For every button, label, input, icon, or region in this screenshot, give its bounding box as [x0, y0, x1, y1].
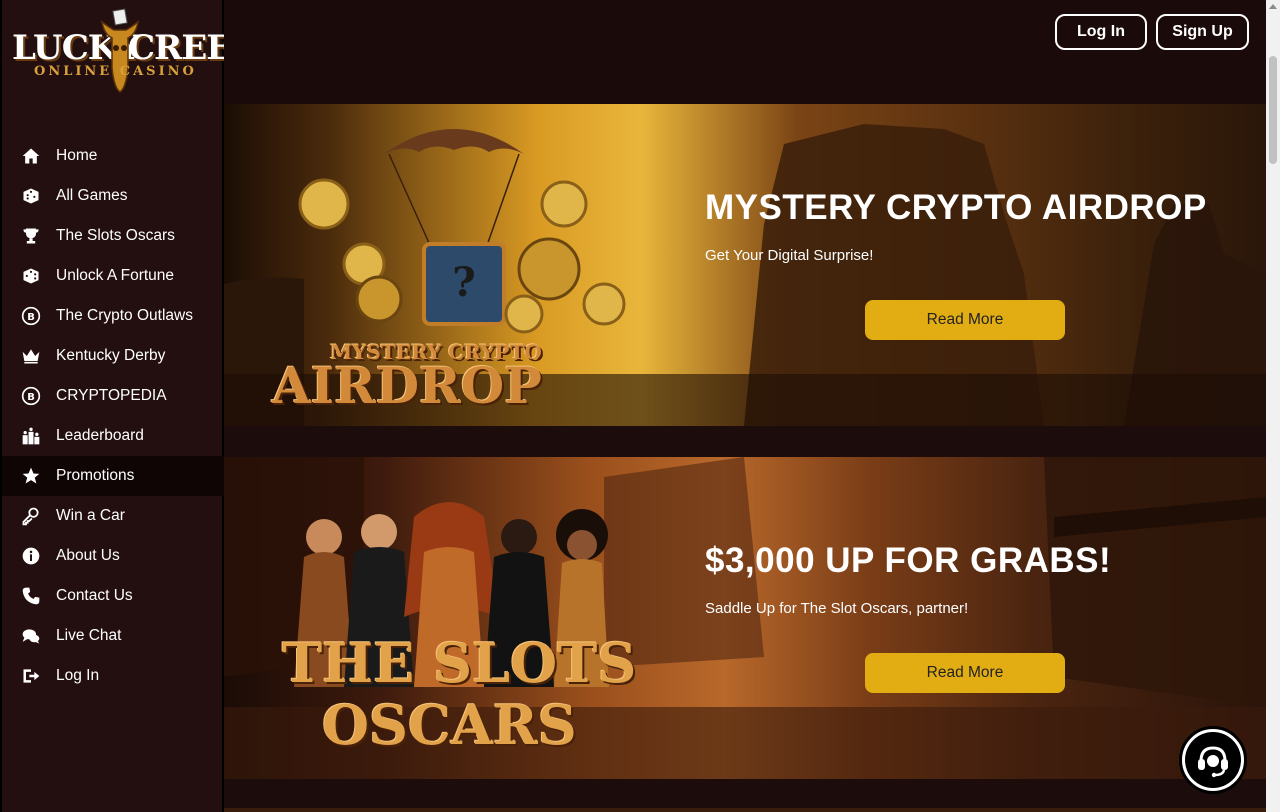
phone-icon [20, 585, 42, 607]
sidebar-item-win-a-car[interactable]: Win a Car [2, 496, 224, 536]
promo-title: $3,000 UP FOR GRABS! [705, 541, 1112, 580]
read-more-button[interactable]: Read More [865, 300, 1065, 340]
sidebar-item-label: Live Chat [56, 627, 122, 644]
sidebar-item-kentucky-derby[interactable]: Kentucky Derby [2, 336, 224, 376]
sidebar-item-leaderboard[interactable]: Leaderboard [2, 416, 224, 456]
sidebar-item-label: Leaderboard [56, 427, 144, 444]
dice-icon [20, 185, 42, 207]
slots-art-title-line2: OSCARS [322, 693, 577, 757]
sidebar-item-label: About Us [56, 547, 120, 564]
brand-logo[interactable]: LUCKY CREEK ONLINE CASINO [10, 8, 261, 98]
sidebar-item-label: CRYPTOPEDIA [56, 387, 167, 404]
sidebar-item-label: Home [56, 147, 98, 164]
svg-text:B: B [27, 312, 35, 323]
signup-button[interactable]: Sign Up [1156, 14, 1249, 50]
svg-text:B: B [27, 392, 35, 403]
leaderboard-icon [20, 425, 42, 447]
dice-icon [20, 265, 42, 287]
sidebar-item-label: Log In [56, 667, 100, 684]
sidebar: LUCKY CREEK ONLINE CASINO Home All Games… [0, 0, 261, 812]
page-scrollbar[interactable] [1266, 0, 1280, 812]
next-banner-edge [224, 808, 1266, 812]
sidebar-item-live-chat[interactable]: Live Chat [2, 616, 224, 656]
sidebar-item-home[interactable]: Home [2, 136, 224, 176]
sidebar-item-label: Kentucky Derby [56, 347, 166, 364]
sidebar-item-crypto-outlaws[interactable]: B The Crypto Outlaws [2, 296, 224, 336]
info-icon [20, 545, 42, 567]
sidebar-item-label: The Crypto Outlaws [56, 307, 193, 324]
bitcoin-icon: B [20, 385, 42, 407]
sidebar-item-slots-oscars[interactable]: The Slots Oscars [2, 216, 224, 256]
sidebar-item-about-us[interactable]: About Us [2, 536, 224, 576]
sidebar-item-promotions[interactable]: Promotions [2, 456, 224, 496]
scrollbar-thumb[interactable] [1269, 56, 1277, 164]
login-icon [20, 665, 42, 687]
promo-banner-crypto-airdrop: ? MYSTERY CRYPTO AIRDROP MYSTERY CRYPTO … [224, 104, 1266, 426]
star-icon [20, 465, 42, 487]
trophy-icon [20, 225, 42, 247]
home-icon [20, 145, 42, 167]
promo-banner-slots-oscars: THE SLOTS OSCARS $3,000 UP FOR GRABS! Sa… [224, 457, 1266, 779]
key-icon [20, 505, 42, 527]
live-chat-widget-button[interactable] [1179, 726, 1247, 794]
crown-icon [20, 345, 42, 367]
sidebar-item-label: The Slots Oscars [56, 227, 175, 244]
sidebar-item-cryptopedia[interactable]: B CRYPTOPEDIA [2, 376, 224, 416]
promo-subtitle: Saddle Up for The Slot Oscars, partner! [705, 600, 969, 617]
login-button[interactable]: Log In [1055, 14, 1147, 50]
promo-title: MYSTERY CRYPTO AIRDROP [705, 188, 1207, 227]
sidebar-item-log-in[interactable]: Log In [2, 656, 224, 696]
sidebar-item-label: Promotions [56, 467, 135, 484]
sidebar-item-contact-us[interactable]: Contact Us [2, 576, 224, 616]
promo-subtitle: Get Your Digital Surprise! [705, 247, 874, 264]
sidebar-item-label: All Games [56, 187, 128, 204]
sidebar-item-all-games[interactable]: All Games [2, 176, 224, 216]
slots-art-title-line1: THE SLOTS [282, 631, 637, 695]
read-more-button[interactable]: Read More [865, 653, 1065, 693]
sidebar-item-label: Contact Us [56, 587, 133, 604]
headset-icon [1185, 732, 1241, 788]
bitcoin-icon: B [20, 305, 42, 327]
sidebar-item-label: Unlock A Fortune [56, 267, 175, 284]
sidebar-item-label: Win a Car [56, 507, 125, 524]
logo-subtitle: ONLINE CASINO [34, 64, 197, 79]
chat-icon [20, 625, 42, 647]
airdrop-art-title-line2: AIRDROP [272, 356, 542, 415]
sidebar-nav: Home All Games The Slots Oscars Unlock A… [2, 136, 224, 696]
sidebar-item-unlock-fortune[interactable]: Unlock A Fortune [2, 256, 224, 296]
top-header: Log In Sign Up [224, 0, 1266, 104]
svg-text:?: ? [452, 259, 475, 306]
scroll-up-icon[interactable] [1269, 4, 1277, 9]
